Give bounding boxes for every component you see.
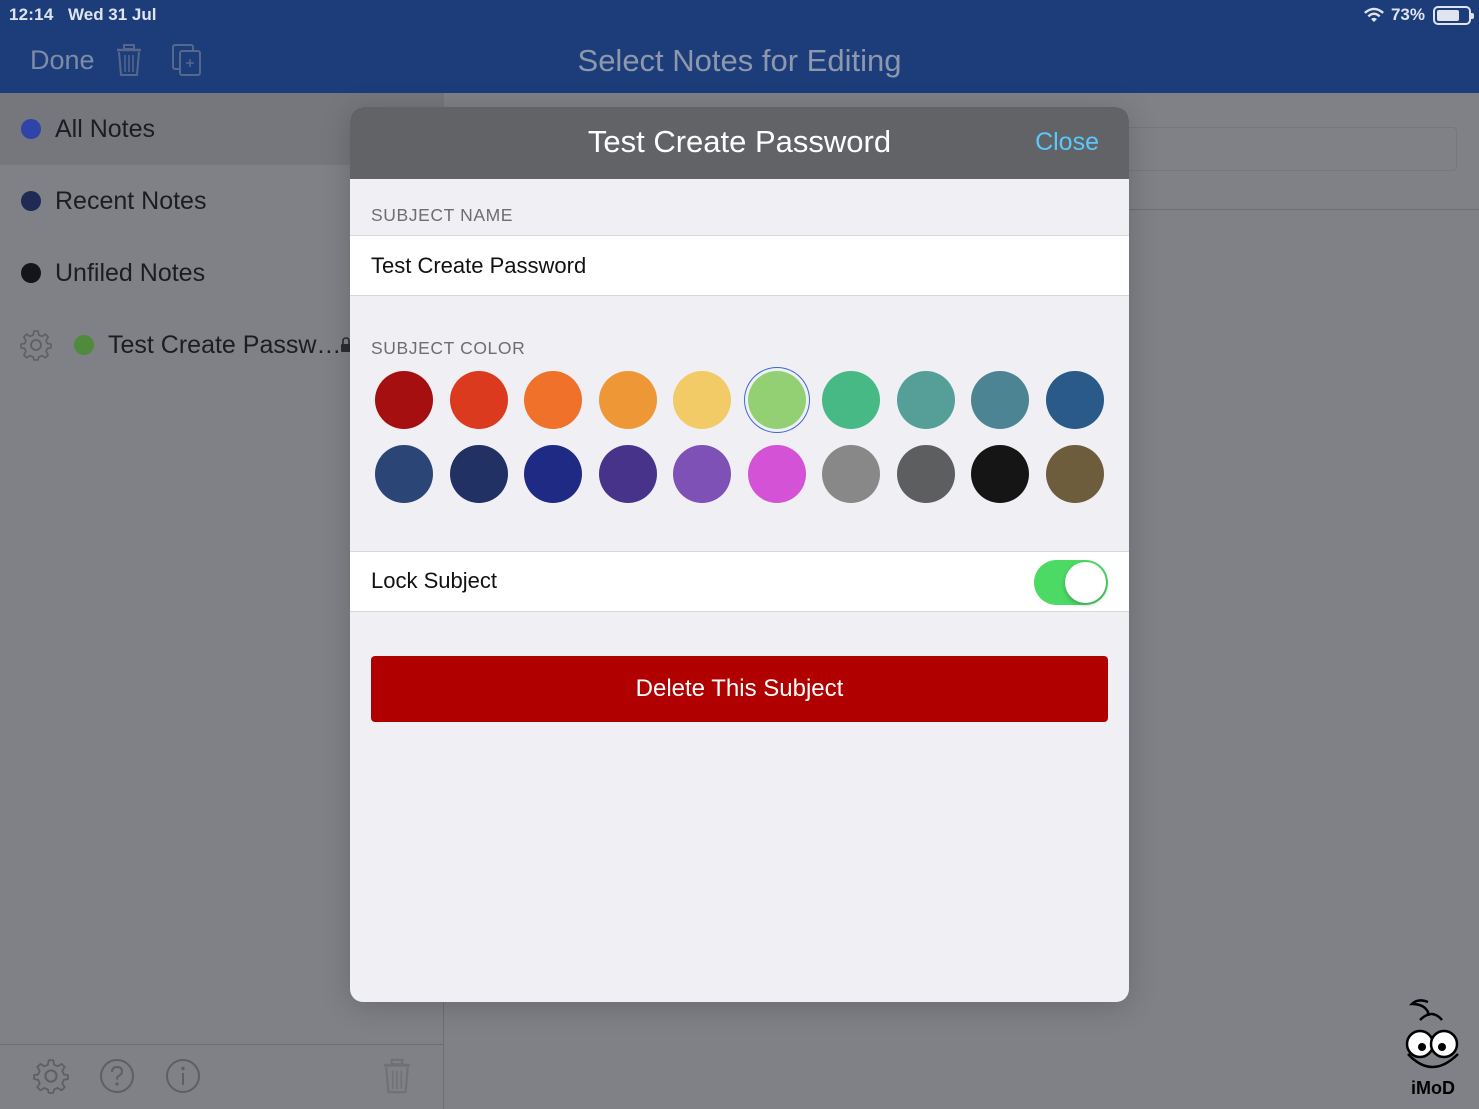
- svg-text:iMoD: iMoD: [1411, 1078, 1455, 1098]
- settings-gear-icon[interactable]: [33, 1058, 69, 1094]
- battery-icon: [1433, 5, 1474, 25]
- sidebar-item-label: All Notes: [55, 114, 156, 143]
- search-field[interactable]: [1120, 127, 1457, 171]
- lock-subject-row: Lock Subject: [350, 551, 1129, 612]
- gear-icon[interactable]: [20, 329, 52, 361]
- top-navigation-bar: 12:14 Wed 31 Jul 73% Done Select Notes f…: [0, 0, 1479, 93]
- color-swatch[interactable]: [971, 445, 1029, 503]
- wifi-icon: [1363, 7, 1384, 22]
- color-swatch[interactable]: [1045, 445, 1104, 503]
- subject-color-label: SUBJECT COLOR: [371, 338, 526, 358]
- subject-color-dot: [21, 263, 41, 283]
- subject-color-dot: [21, 191, 41, 211]
- status-time: 12:14: [9, 5, 54, 24]
- toggle-knob: [1065, 562, 1106, 603]
- battery-fill: [1437, 9, 1459, 21]
- page-title: Select Notes for Editing: [577, 43, 902, 78]
- imod-watermark-logo: iMoD: [1405, 999, 1459, 1098]
- color-swatch[interactable]: [822, 371, 880, 429]
- color-swatch[interactable]: [598, 445, 657, 503]
- lock-subject-label: Lock Subject: [371, 568, 497, 593]
- sidebar-item-label: Unfiled Notes: [55, 258, 206, 287]
- color-swatch[interactable]: [822, 445, 880, 503]
- color-swatch[interactable]: [375, 445, 433, 503]
- color-swatch[interactable]: [449, 445, 508, 503]
- color-swatch[interactable]: [524, 445, 582, 503]
- color-swatch[interactable]: [747, 445, 806, 503]
- battery-percent: 73%: [1390, 5, 1425, 24]
- color-swatch-selected[interactable]: [747, 371, 806, 429]
- color-swatch[interactable]: [449, 371, 508, 429]
- color-swatch[interactable]: [971, 371, 1029, 429]
- color-swatch[interactable]: [375, 371, 433, 429]
- subject-name-label: SUBJECT NAME: [371, 205, 514, 225]
- sidebar-toolbar: [0, 1044, 444, 1109]
- subject-name-row: [350, 235, 1129, 296]
- close-button[interactable]: Close: [1035, 128, 1099, 157]
- sidebar-item-label: Test Create Passw…: [108, 330, 342, 359]
- subject-color-dot: [74, 335, 94, 355]
- color-swatch[interactable]: [1045, 371, 1104, 429]
- color-swatch[interactable]: [673, 371, 731, 429]
- color-swatch[interactable]: [896, 445, 955, 503]
- sidebar-item-label: Recent Notes: [55, 186, 207, 215]
- info-icon[interactable]: [165, 1058, 201, 1094]
- subject-color-dot: [21, 119, 41, 139]
- status-indicators: 73%: [1363, 4, 1474, 26]
- status-date: Wed 31 Jul: [68, 5, 157, 24]
- help-icon[interactable]: [99, 1058, 135, 1094]
- color-swatch[interactable]: [598, 371, 657, 429]
- modal-title: Test Create Password: [587, 124, 892, 159]
- delete-subject-button[interactable]: Delete This Subject: [371, 656, 1108, 722]
- lock-subject-toggle[interactable]: [1034, 560, 1108, 605]
- edit-subject-modal: Test Create Password Close SUBJECT NAME …: [350, 107, 1129, 1002]
- color-swatch[interactable]: [524, 371, 582, 429]
- trash-icon[interactable]: [383, 1058, 411, 1094]
- color-swatch[interactable]: [673, 445, 731, 503]
- modal-header: Test Create Password Close: [350, 107, 1129, 179]
- subject-name-input[interactable]: [371, 236, 1111, 295]
- color-swatch[interactable]: [896, 371, 955, 429]
